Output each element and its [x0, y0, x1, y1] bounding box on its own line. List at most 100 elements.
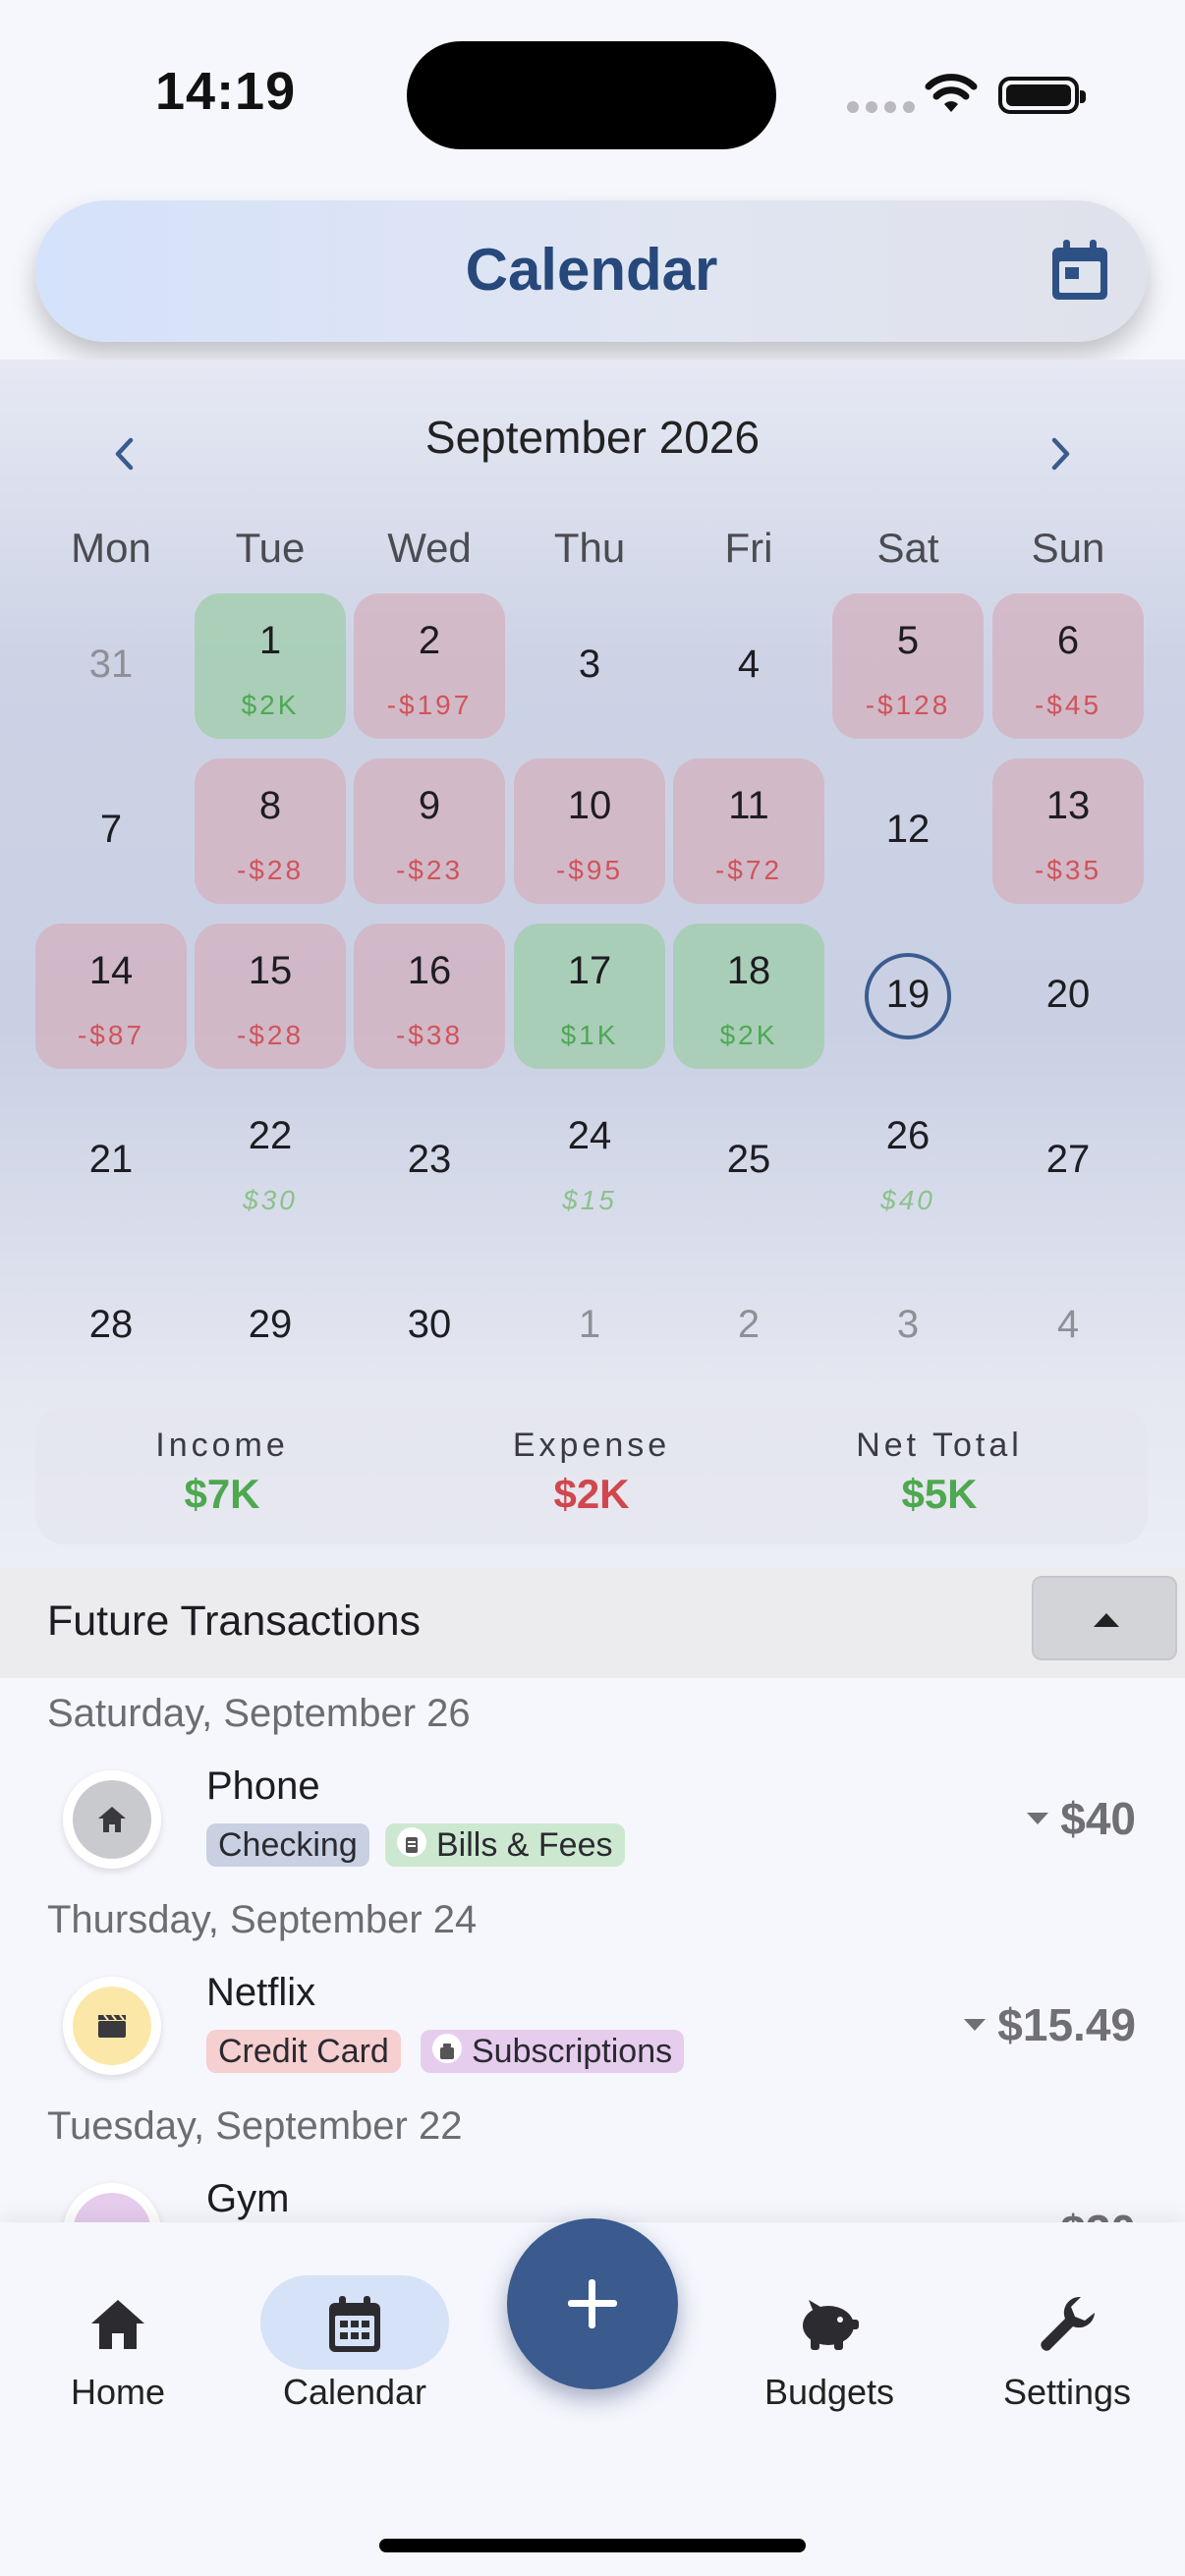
day-number: 29: [248, 1303, 293, 1346]
transaction-row[interactable]: Netflix Credit Card Subscriptions $15.49: [14, 1963, 1171, 2089]
next-month-button[interactable]: [1032, 424, 1091, 483]
day-cell[interactable]: 13 -$35: [992, 758, 1144, 904]
section-title: Future Transactions: [47, 1597, 422, 1645]
day-number: 3: [896, 1303, 920, 1346]
day-cell[interactable]: 12: [832, 758, 984, 904]
day-cell[interactable]: 3: [514, 593, 665, 739]
status-time: 14:19: [155, 62, 297, 121]
day-amount: -$38: [395, 1020, 464, 1050]
day-cell[interactable]: 11 -$72: [673, 758, 824, 904]
calendar-panel: September 2026 Mon Tue Wed Thu Fri Sat Sun 31 1…: [0, 360, 1185, 1568]
day-cell[interactable]: 29: [195, 1254, 346, 1399]
transaction-name: Netflix: [206, 1971, 316, 2014]
day-amount: -$45: [1034, 690, 1102, 720]
day-cell[interactable]: 8 -$28: [195, 758, 346, 904]
wrench-icon: [1041, 2297, 1095, 2351]
transaction-row[interactable]: Phone Checking Bills & Fees $40: [14, 1757, 1171, 1882]
day-cell[interactable]: 7: [35, 758, 187, 904]
piggy-bank-icon: [803, 2300, 859, 2350]
net-total: Net Total $5K: [762, 1427, 1116, 1518]
weekday-label: Tue: [235, 525, 306, 571]
day-number: 4: [737, 643, 761, 686]
day-amount: -$23: [395, 855, 464, 885]
transaction-avatar: [63, 1977, 161, 2075]
day-cell[interactable]: 10 -$95: [514, 758, 665, 904]
day-cell[interactable]: 23: [354, 1089, 505, 1234]
day-cell[interactable]: 9 -$23: [354, 758, 505, 904]
day-cell[interactable]: 2: [673, 1254, 824, 1399]
transaction-name: Phone: [206, 1764, 320, 1808]
day-number: 24: [567, 1114, 612, 1157]
day-number: 30: [407, 1303, 452, 1346]
day-cell[interactable]: 1 $2K: [195, 593, 346, 739]
day-number: 14: [88, 949, 134, 992]
day-cell[interactable]: 14 -$87: [35, 924, 187, 1069]
day-number: 2: [418, 619, 441, 662]
day-number: 17: [567, 949, 612, 992]
nav-budgets-label: Budgets: [763, 2372, 895, 2412]
collapse-toggle-button[interactable]: [1032, 1576, 1177, 1660]
day-cell[interactable]: 31: [35, 593, 187, 739]
transaction-amount: $15.49: [964, 1998, 1136, 2051]
expense-label: Expense: [512, 1427, 671, 1464]
day-cell[interactable]: 22 $30: [195, 1089, 346, 1234]
day-number: 20: [1045, 973, 1091, 1016]
day-cell-today[interactable]: 19: [832, 924, 984, 1069]
day-number: 4: [1056, 1303, 1080, 1346]
day-cell[interactable]: 24 $15: [514, 1089, 665, 1234]
nav-settings[interactable]: Settings: [959, 2285, 1175, 2413]
transaction-avatar: [63, 1770, 161, 1869]
income-value: $7K: [184, 1471, 260, 1517]
calendar-icon: [329, 2296, 380, 2352]
day-cell[interactable]: 18 $2K: [673, 924, 824, 1069]
day-number: 9: [418, 784, 441, 827]
day-number: 5: [896, 619, 920, 662]
day-cell[interactable]: 5 -$128: [832, 593, 984, 739]
day-amount: -$95: [555, 855, 624, 885]
day-number: 21: [88, 1138, 134, 1181]
day-cell[interactable]: 17 $1K: [514, 924, 665, 1069]
day-cell[interactable]: 21: [35, 1089, 187, 1234]
day-cell[interactable]: 6 -$45: [992, 593, 1144, 739]
day-amount: -$28: [236, 855, 305, 885]
nav-calendar[interactable]: Calendar: [247, 2285, 463, 2413]
add-transaction-button[interactable]: [507, 2218, 678, 2389]
caret-down-icon: [964, 2019, 987, 2031]
day-number: 28: [88, 1303, 134, 1346]
day-amount: -$87: [77, 1020, 145, 1050]
home-icon: [98, 1807, 126, 1832]
page-title: Calendar: [465, 237, 718, 303]
day-number: 15: [248, 949, 293, 992]
day-cell[interactable]: 1: [514, 1254, 665, 1399]
day-cell[interactable]: 27: [992, 1089, 1144, 1234]
day-number: 12: [885, 808, 931, 851]
day-amount: -$28: [236, 1020, 305, 1050]
day-number: 25: [726, 1138, 771, 1181]
day-amount: -$128: [865, 690, 951, 720]
home-indicator: [379, 2539, 806, 2552]
calendar-icon[interactable]: [1049, 238, 1110, 303]
day-number: 13: [1045, 784, 1091, 827]
day-cell[interactable]: 2 -$197: [354, 593, 505, 739]
weekday-label: Mon: [71, 525, 151, 571]
day-cell[interactable]: 4: [992, 1254, 1144, 1399]
day-number: 31: [88, 643, 134, 686]
day-cell[interactable]: 26 $40: [832, 1089, 984, 1234]
dynamic-island: [407, 41, 776, 149]
day-number: 22: [248, 1114, 293, 1157]
day-cell[interactable]: 3: [832, 1254, 984, 1399]
day-cell[interactable]: 15 -$28: [195, 924, 346, 1069]
day-number: 1: [258, 619, 282, 662]
nav-budgets[interactable]: Budgets: [721, 2285, 937, 2413]
date-heading: Thursday, September 24: [47, 1898, 478, 1941]
day-cell[interactable]: 30: [354, 1254, 505, 1399]
day-cell[interactable]: 16 -$38: [354, 924, 505, 1069]
nav-home[interactable]: Home: [10, 2285, 226, 2413]
day-cell[interactable]: 20: [992, 924, 1144, 1069]
day-number: 27: [1045, 1138, 1091, 1181]
clapperboard-icon: [98, 2014, 126, 2038]
transaction-name: Gym: [206, 2177, 290, 2220]
day-cell[interactable]: 4: [673, 593, 824, 739]
day-cell[interactable]: 28: [35, 1254, 187, 1399]
day-cell[interactable]: 25: [673, 1089, 824, 1234]
